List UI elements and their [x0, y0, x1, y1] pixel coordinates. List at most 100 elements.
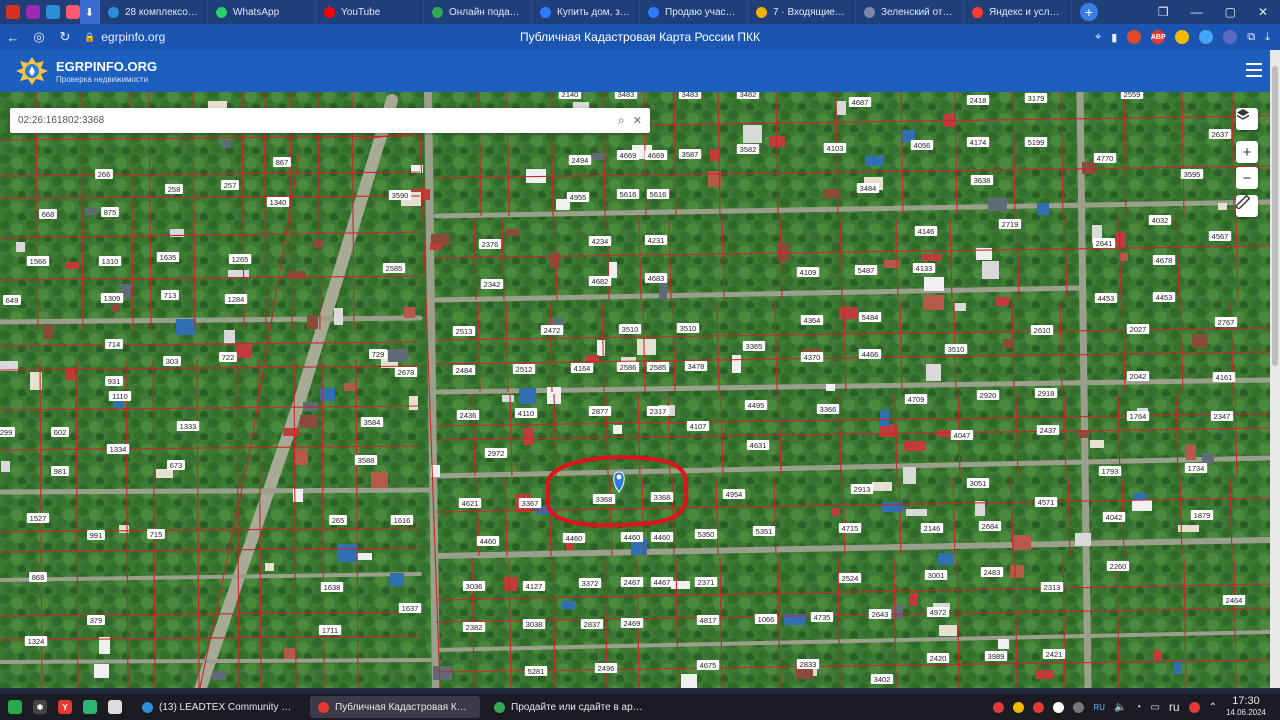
parcel-label[interactable]: 5484	[858, 312, 882, 322]
tray-app-icon[interactable]	[1188, 701, 1200, 713]
parcel-label[interactable]: 2833	[796, 659, 820, 669]
location-icon[interactable]: ⌖	[1095, 31, 1101, 44]
parcel-label[interactable]: 2313	[1040, 582, 1064, 592]
parcel-label[interactable]: 4231	[644, 235, 668, 245]
parcel-label[interactable]: 2512	[512, 364, 536, 374]
parcel-label[interactable]: 3584	[360, 417, 384, 427]
parcel-label[interactable]: 4709	[904, 394, 928, 404]
parcel-label[interactable]: 3989	[984, 651, 1008, 661]
parcel-label[interactable]: 875	[101, 207, 119, 217]
parcel-label[interactable]: 602	[51, 427, 69, 437]
clear-icon[interactable]: ✕	[633, 114, 642, 127]
parcel-label[interactable]: 4770	[1093, 153, 1117, 163]
parcel-label[interactable]: 2317	[646, 406, 670, 416]
parcel-label[interactable]: 4146	[914, 226, 938, 236]
parcel-label[interactable]: 1110	[108, 391, 132, 401]
cadastral-map[interactable]: 2140 3483 3483 3482 4687 2418 3179 2559 2637 266 8…	[0, 92, 1270, 688]
maximize-button[interactable]: ▢	[1225, 5, 1236, 19]
parcel-label[interactable]: 3038	[522, 619, 546, 629]
settings-icon[interactable]: ✱	[33, 700, 47, 714]
parcel-label[interactable]: 4127	[522, 581, 546, 591]
parcel-label[interactable]: 3590	[388, 190, 412, 200]
parcel-label[interactable]: 4621	[458, 498, 482, 508]
browser-tab[interactable]: Яндекс и услуги	[964, 0, 1072, 24]
parcel-label[interactable]: 2467	[620, 577, 644, 587]
youtube-icon[interactable]	[993, 701, 1005, 713]
parcel-label[interactable]: 715	[147, 529, 165, 539]
parcel-label[interactable]: 2418	[966, 95, 990, 105]
parcel-label[interactable]: 4495	[744, 400, 768, 410]
parcel-label[interactable]: 5487	[854, 265, 878, 275]
parcel-label[interactable]: 722	[219, 352, 237, 362]
parcel-label[interactable]: 266	[95, 169, 113, 179]
tray-expand-icon[interactable]: ⌃	[1209, 702, 1217, 713]
parcel-label[interactable]: 4234	[588, 236, 612, 246]
parcel-label[interactable]: 379	[87, 615, 105, 625]
parcel-label[interactable]: 2837	[580, 619, 604, 629]
parcel-label[interactable]: 4571	[1034, 497, 1058, 507]
parcel-label[interactable]: 4460	[562, 533, 586, 543]
parcel-label[interactable]: 2342	[480, 279, 504, 289]
parcel-label[interactable]: 1324	[24, 636, 48, 646]
parcel-label[interactable]: 2496	[594, 663, 618, 673]
browser-tab[interactable]: Купить дом, земе	[532, 0, 640, 24]
start-button[interactable]	[8, 700, 22, 714]
parcel-label[interactable]: 2972	[484, 448, 508, 458]
parcel-label[interactable]: 1310	[98, 256, 122, 266]
parcel-label[interactable]: 4675	[696, 660, 720, 670]
parcel-label[interactable]: 991	[87, 530, 105, 540]
parcel-label[interactable]: 2027	[1126, 324, 1150, 334]
parcel-label[interactable]: 2918	[1034, 388, 1058, 398]
wifi-icon[interactable]: ◔	[1135, 702, 1141, 713]
parcel-label[interactable]: 3372	[578, 578, 602, 588]
battery-icon[interactable]: ▭	[1150, 702, 1159, 713]
parcel-label[interactable]: 4370	[800, 352, 824, 362]
parcel-label[interactable]: 1879	[1190, 510, 1214, 520]
parcel-label[interactable]: 3587	[678, 149, 702, 159]
parcel-label[interactable]: 2260	[1106, 561, 1130, 571]
parcel-label[interactable]: 4103	[823, 143, 847, 153]
parcel-label[interactable]: 2877	[588, 406, 612, 416]
yandex-icon[interactable]	[1033, 701, 1045, 713]
parcel-label[interactable]: 2559	[1120, 92, 1144, 99]
browser-tab[interactable]: 7 · Входящие — Я	[748, 0, 856, 24]
parcel-label[interactable]: 4817	[696, 615, 720, 625]
parcel-label[interactable]: 299	[0, 427, 15, 437]
parcel-label[interactable]: 4161	[1212, 372, 1236, 382]
parcel-label[interactable]: 1635	[156, 252, 180, 262]
pinned-tab-icon[interactable]	[6, 5, 20, 19]
parcel-label[interactable]: 2376	[478, 239, 502, 249]
parcel-label[interactable]: 2586	[616, 362, 640, 372]
clock[interactable]: 17:30 14.06.2024	[1226, 696, 1266, 718]
parcel-label[interactable]: 1334	[106, 444, 130, 454]
parcel-label[interactable]: 3510	[618, 324, 642, 334]
parcel-label[interactable]: 2643	[868, 609, 892, 619]
parcel-label[interactable]: 1333	[176, 421, 200, 431]
back-button[interactable]: ←	[0, 30, 26, 45]
parcel-label[interactable]: 1793	[1098, 466, 1122, 476]
parcel-label[interactable]: 2719	[998, 219, 1022, 229]
parcel-label[interactable]: 2436	[456, 410, 480, 420]
pinned-tab-icon[interactable]	[46, 5, 60, 19]
browser-tab[interactable]: Продаю участок	[640, 0, 748, 24]
pinned-tab-icon[interactable]	[26, 5, 40, 19]
parcel-label[interactable]: 1734	[1184, 463, 1208, 473]
parcel-label[interactable]: 4047	[950, 430, 974, 440]
parcel-label[interactable]: 4467	[650, 577, 674, 587]
parcel-label[interactable]: 2585	[382, 263, 406, 273]
parcel-label[interactable]: 4735	[810, 612, 834, 622]
tray-app-icon[interactable]	[1053, 701, 1065, 713]
parcel-label[interactable]: 4453	[1152, 292, 1176, 302]
parcel-label[interactable]: 714	[105, 339, 123, 349]
parcel-label[interactable]: 4460	[650, 532, 674, 542]
parcel-label[interactable]: 2420	[926, 653, 950, 663]
parcel-label[interactable]: 4669	[644, 150, 668, 160]
parcel-label[interactable]: 5350	[694, 529, 718, 539]
parcel-label[interactable]: 2421	[1042, 649, 1066, 659]
parcel-label[interactable]: 2585	[646, 362, 670, 372]
parcel-label[interactable]: 5616	[646, 189, 670, 199]
parcel-label[interactable]: 4109	[796, 267, 820, 277]
parcel-label[interactable]: 3366	[816, 404, 840, 414]
new-tab-button[interactable]: +	[1080, 3, 1098, 21]
extensions-menu-icon[interactable]: ⧉	[1247, 31, 1255, 44]
